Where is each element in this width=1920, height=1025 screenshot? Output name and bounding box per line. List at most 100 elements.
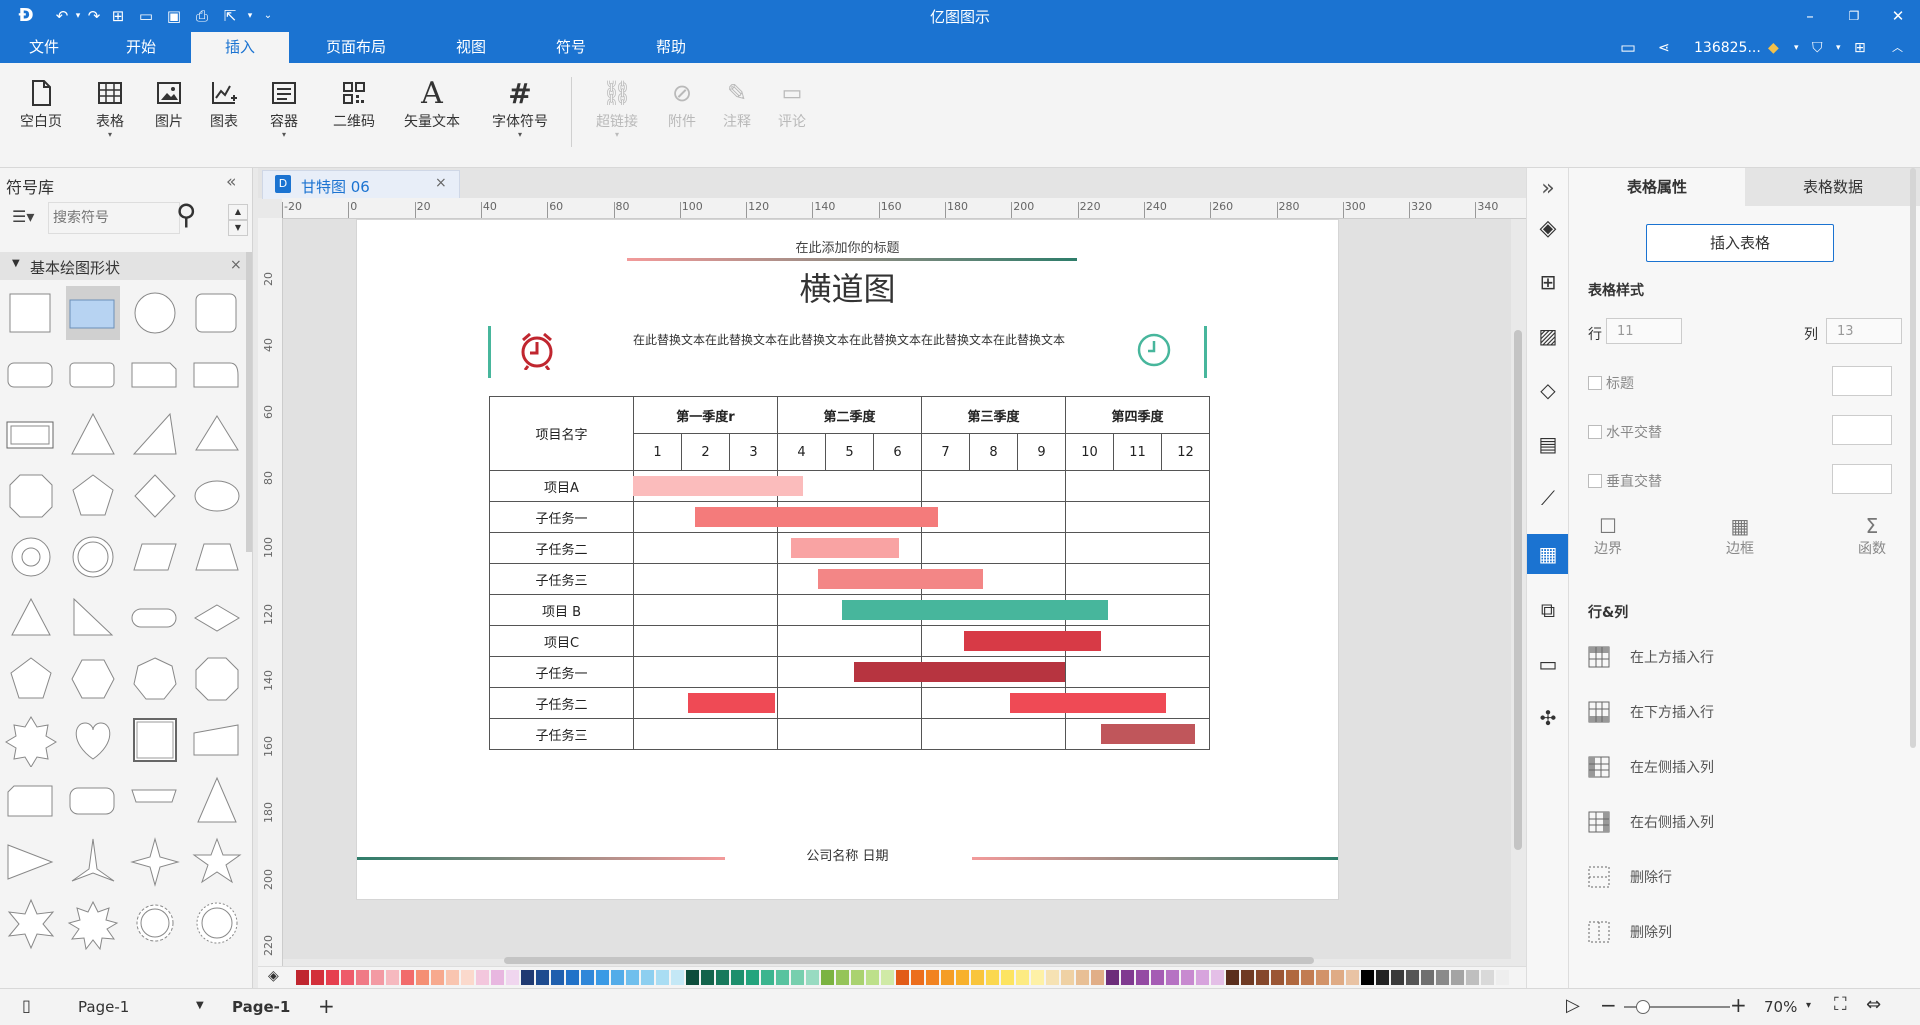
quarter-cell[interactable] <box>777 470 923 502</box>
quarter-cell[interactable] <box>921 656 1067 688</box>
close-tab-icon[interactable]: × <box>435 175 447 191</box>
quarter-cell[interactable] <box>777 532 923 564</box>
color-swatch[interactable] <box>671 970 684 985</box>
color-swatch[interactable] <box>1226 970 1239 985</box>
tab-table-data[interactable]: 表格数据 <box>1745 168 1920 206</box>
gantt-title[interactable]: 横道图 <box>357 264 1338 310</box>
quarter-header[interactable]: 第二季度 <box>777 396 923 434</box>
shape-item[interactable] <box>190 591 244 645</box>
color-swatch[interactable] <box>866 970 879 985</box>
color-swatch[interactable] <box>1406 970 1419 985</box>
quarter-cell[interactable] <box>1065 594 1211 626</box>
quarter-cell[interactable] <box>921 625 1067 657</box>
presentation-icon[interactable]: ▭ <box>1527 644 1569 684</box>
color-swatch[interactable] <box>851 970 864 985</box>
task-name[interactable]: 项目A <box>489 470 634 502</box>
menu-insert[interactable]: 插入 <box>191 32 289 63</box>
table-panel-icon[interactable]: ▦ <box>1527 534 1569 574</box>
quarter-cell[interactable] <box>921 501 1067 533</box>
gantt-subtitle[interactable]: 在此添加你的标题 <box>357 237 1338 256</box>
layers-icon[interactable]: ◇ <box>1527 370 1569 410</box>
quarter-cell[interactable] <box>1065 625 1211 657</box>
color-swatch[interactable] <box>641 970 654 985</box>
page-selector-dropdown-icon[interactable]: ▼ <box>196 1000 204 1011</box>
shape-item[interactable] <box>190 469 244 523</box>
color-swatch[interactable] <box>476 970 489 985</box>
color-swatch[interactable] <box>626 970 639 985</box>
menu-view[interactable]: 视图 <box>446 32 496 63</box>
shape-item[interactable] <box>4 774 58 828</box>
canvas-horizontal-scrollbar[interactable] <box>504 957 1314 964</box>
shape-item[interactable] <box>128 774 182 828</box>
shape-item[interactable] <box>66 835 120 889</box>
shape-item[interactable] <box>190 408 244 462</box>
vertical-alternate-checkbox[interactable] <box>1588 474 1602 488</box>
shape-item[interactable] <box>4 347 58 401</box>
quarter-cell[interactable] <box>1065 563 1211 595</box>
task-name[interactable]: 项目C <box>489 625 634 657</box>
quarter-cell[interactable] <box>921 594 1067 626</box>
month-cell[interactable]: 8 <box>969 433 1019 471</box>
color-swatch[interactable] <box>1286 970 1299 985</box>
color-swatch[interactable] <box>791 970 804 985</box>
canvas-vertical-scrollbar[interactable] <box>1514 330 1522 850</box>
layout-grid-icon[interactable]: ⊞ <box>1527 262 1569 302</box>
quarter-cell[interactable] <box>632 501 779 533</box>
theme-shirt-icon[interactable]: ⛉ <box>1812 37 1823 59</box>
vip-diamond-icon[interactable]: ◆ <box>1768 37 1779 59</box>
org-chart-icon[interactable]: ⧉ <box>1527 590 1569 630</box>
task-name[interactable]: 子任务一 <box>489 656 634 688</box>
theme-dropdown-icon[interactable]: ▾ <box>1836 37 1841 59</box>
shape-item[interactable] <box>128 896 182 950</box>
shape-item[interactable] <box>66 530 120 584</box>
zoom-slider-handle[interactable] <box>1636 1000 1650 1014</box>
diagram-page[interactable]: 在此添加你的标题 横道图 在此替换文本在此替换文本在此替换文本在此替换文本在此替… <box>356 219 1339 900</box>
color-swatch[interactable] <box>1481 970 1494 985</box>
quarter-cell[interactable] <box>921 718 1067 750</box>
month-cell[interactable]: 9 <box>1017 433 1067 471</box>
month-cell[interactable]: 12 <box>1161 433 1211 471</box>
expand-panel-icon[interactable]: » <box>1527 168 1569 208</box>
color-swatch[interactable] <box>401 970 414 985</box>
container-dropdown-icon[interactable]: ▾ <box>252 131 316 139</box>
quarter-cell[interactable] <box>1065 501 1211 533</box>
color-swatch[interactable] <box>1151 970 1164 985</box>
color-swatch[interactable] <box>551 970 564 985</box>
delete-col[interactable]: 删除列 <box>1588 917 1888 947</box>
month-cell[interactable]: 5 <box>825 433 875 471</box>
color-swatch[interactable] <box>1301 970 1314 985</box>
apps-icon[interactable]: ⊞ <box>1854 37 1866 59</box>
search-icon[interactable]: ⚲ <box>176 198 197 231</box>
shape-item[interactable] <box>128 347 182 401</box>
menu-home[interactable]: 开始 <box>110 32 172 63</box>
fill-bucket-icon[interactable]: ◈ <box>1527 208 1569 248</box>
shape-item[interactable] <box>4 652 58 706</box>
quarter-cell[interactable] <box>921 563 1067 595</box>
color-swatch[interactable] <box>896 970 909 985</box>
color-swatch[interactable] <box>611 970 624 985</box>
color-swatch[interactable] <box>746 970 759 985</box>
color-swatch[interactable] <box>1016 970 1029 985</box>
color-swatch[interactable] <box>356 970 369 985</box>
quarter-cell[interactable] <box>1065 687 1211 719</box>
color-swatch[interactable] <box>521 970 534 985</box>
account-dropdown-icon[interactable]: ▾ <box>1794 37 1799 59</box>
quarter-cell[interactable] <box>777 563 923 595</box>
shape-item[interactable] <box>66 347 120 401</box>
color-swatch[interactable] <box>1166 970 1179 985</box>
tab-table-properties[interactable]: 表格属性 <box>1569 168 1745 206</box>
quarter-cell[interactable] <box>1065 532 1211 564</box>
color-swatch[interactable] <box>341 970 354 985</box>
color-swatch[interactable] <box>1106 970 1119 985</box>
color-swatch[interactable] <box>1436 970 1449 985</box>
qr-code-button[interactable]: 二维码 <box>322 77 386 157</box>
properties-scrollbar[interactable] <box>1910 168 1916 748</box>
quarter-cell[interactable] <box>1065 470 1211 502</box>
fit-page-icon[interactable]: ⛶ <box>1834 994 1847 1015</box>
color-swatch[interactable] <box>416 970 429 985</box>
color-swatch[interactable] <box>1076 970 1089 985</box>
color-swatch[interactable] <box>986 970 999 985</box>
color-swatch[interactable] <box>1316 970 1329 985</box>
color-swatch[interactable] <box>311 970 324 985</box>
quarter-cell[interactable] <box>632 532 779 564</box>
